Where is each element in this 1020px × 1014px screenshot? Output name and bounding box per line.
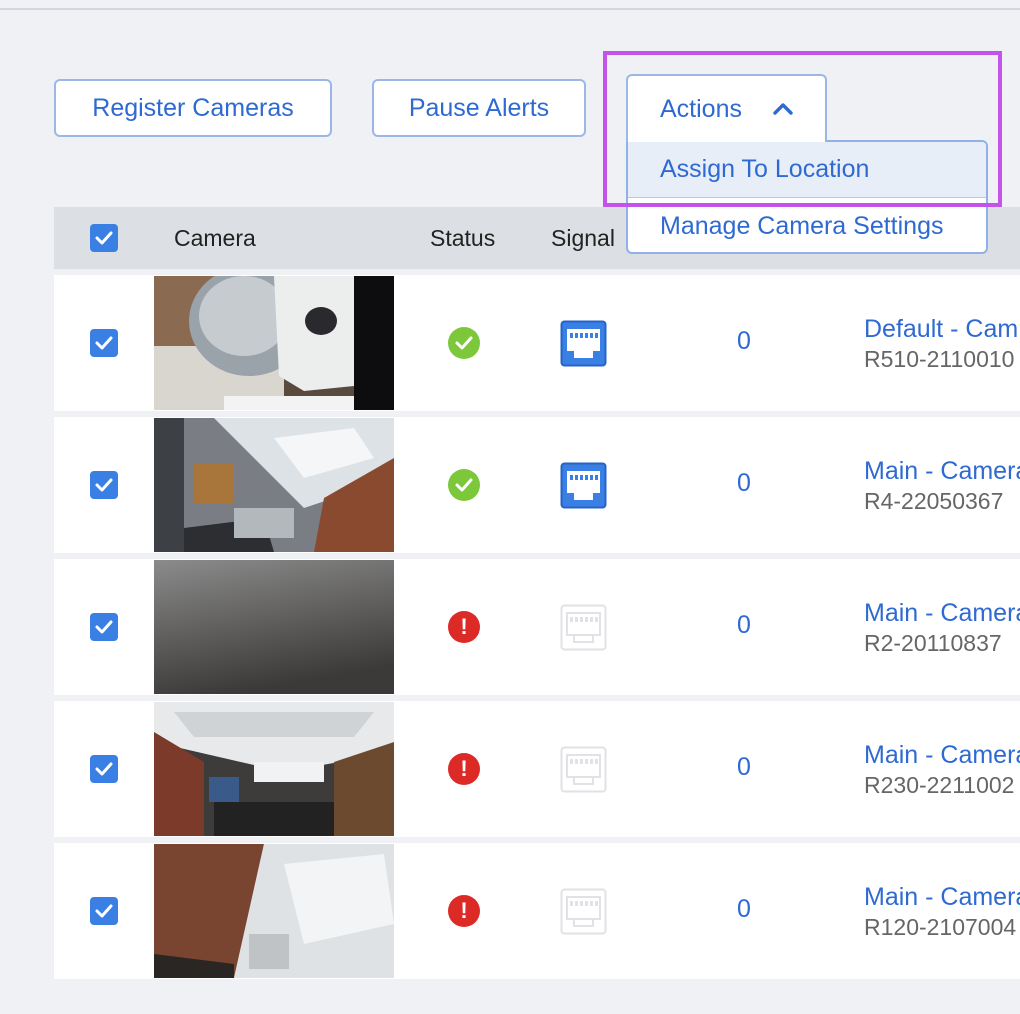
column-header-camera[interactable]: Camera [174, 207, 256, 269]
row-checkbox[interactable] [90, 613, 118, 641]
camera-thumbnail[interactable] [154, 702, 394, 836]
camera-serial: R2-20110837 [864, 630, 1002, 656]
camera-name-link[interactable]: Main - Camera [864, 457, 1020, 486]
camera-serial: R4-22050367 [864, 488, 1004, 514]
alert-count: 0 [737, 469, 751, 497]
select-all-checkbox[interactable] [90, 224, 118, 252]
camera-thumbnail[interactable] [154, 418, 394, 552]
ethernet-connected-icon [560, 462, 607, 509]
status-ok-icon [448, 469, 480, 501]
status-error-icon: ! [448, 611, 480, 643]
check-icon [95, 336, 113, 350]
table-row[interactable]: 0 Default - Cam R510-2110010 [54, 275, 1020, 411]
row-checkbox[interactable] [90, 897, 118, 925]
row-checkbox[interactable] [90, 471, 118, 499]
column-header-status[interactable]: Status [430, 207, 495, 269]
pause-alerts-button[interactable]: Pause Alerts [372, 79, 586, 137]
alert-count: 0 [737, 895, 751, 923]
ethernet-disconnected-icon [560, 746, 607, 793]
ethernet-connected-icon [560, 320, 607, 367]
camera-name-link[interactable]: Main - Camera [864, 741, 1020, 770]
actions-label: Actions [660, 94, 742, 123]
check-icon [95, 231, 113, 245]
chevron-up-icon [772, 102, 794, 116]
column-header-signal[interactable]: Signal [551, 207, 615, 269]
check-icon [95, 620, 113, 634]
camera-name-link[interactable]: Main - Camera [864, 599, 1020, 628]
actions-dropdown-button[interactable]: Actions [626, 74, 827, 142]
camera-serial: R230-2211002 [864, 772, 1015, 798]
menu-item-manage-camera-settings[interactable]: Manage Camera Settings [628, 198, 986, 252]
top-divider [0, 8, 1020, 10]
ethernet-disconnected-icon [560, 888, 607, 935]
table-row[interactable]: ! 0 Main - Camera R230-2211002 [54, 701, 1020, 837]
check-icon [95, 762, 113, 776]
ethernet-disconnected-icon [560, 604, 607, 651]
table-row[interactable]: 0 Main - Camera R4-22050367 [54, 417, 1020, 553]
check-icon [95, 478, 113, 492]
camera-thumbnail[interactable] [154, 276, 394, 410]
alert-count: 0 [737, 327, 751, 355]
table-row[interactable]: ! 0 Main - Camera R2-20110837 [54, 559, 1020, 695]
alert-count: 0 [737, 753, 751, 781]
camera-name-link[interactable]: Main - Camera [864, 883, 1020, 912]
status-error-icon: ! [448, 895, 480, 927]
camera-serial: R510-2110010 [864, 346, 1015, 372]
actions-menu: Assign To Location Manage Camera Setting… [626, 140, 988, 254]
menu-item-assign-to-location[interactable]: Assign To Location [628, 142, 986, 198]
check-icon [95, 904, 113, 918]
status-ok-icon [448, 327, 480, 359]
camera-thumbnail[interactable] [154, 844, 394, 978]
camera-serial: R120-2107004 [864, 914, 1017, 940]
row-checkbox[interactable] [90, 329, 118, 357]
table-row[interactable]: ! 0 Main - Camera R120-2107004 [54, 843, 1020, 979]
alert-count: 0 [737, 611, 751, 639]
row-checkbox[interactable] [90, 755, 118, 783]
camera-name-link[interactable]: Default - Cam [864, 315, 1018, 344]
status-error-icon: ! [448, 753, 480, 785]
register-cameras-button[interactable]: Register Cameras [54, 79, 332, 137]
camera-thumbnail[interactable] [154, 560, 394, 694]
